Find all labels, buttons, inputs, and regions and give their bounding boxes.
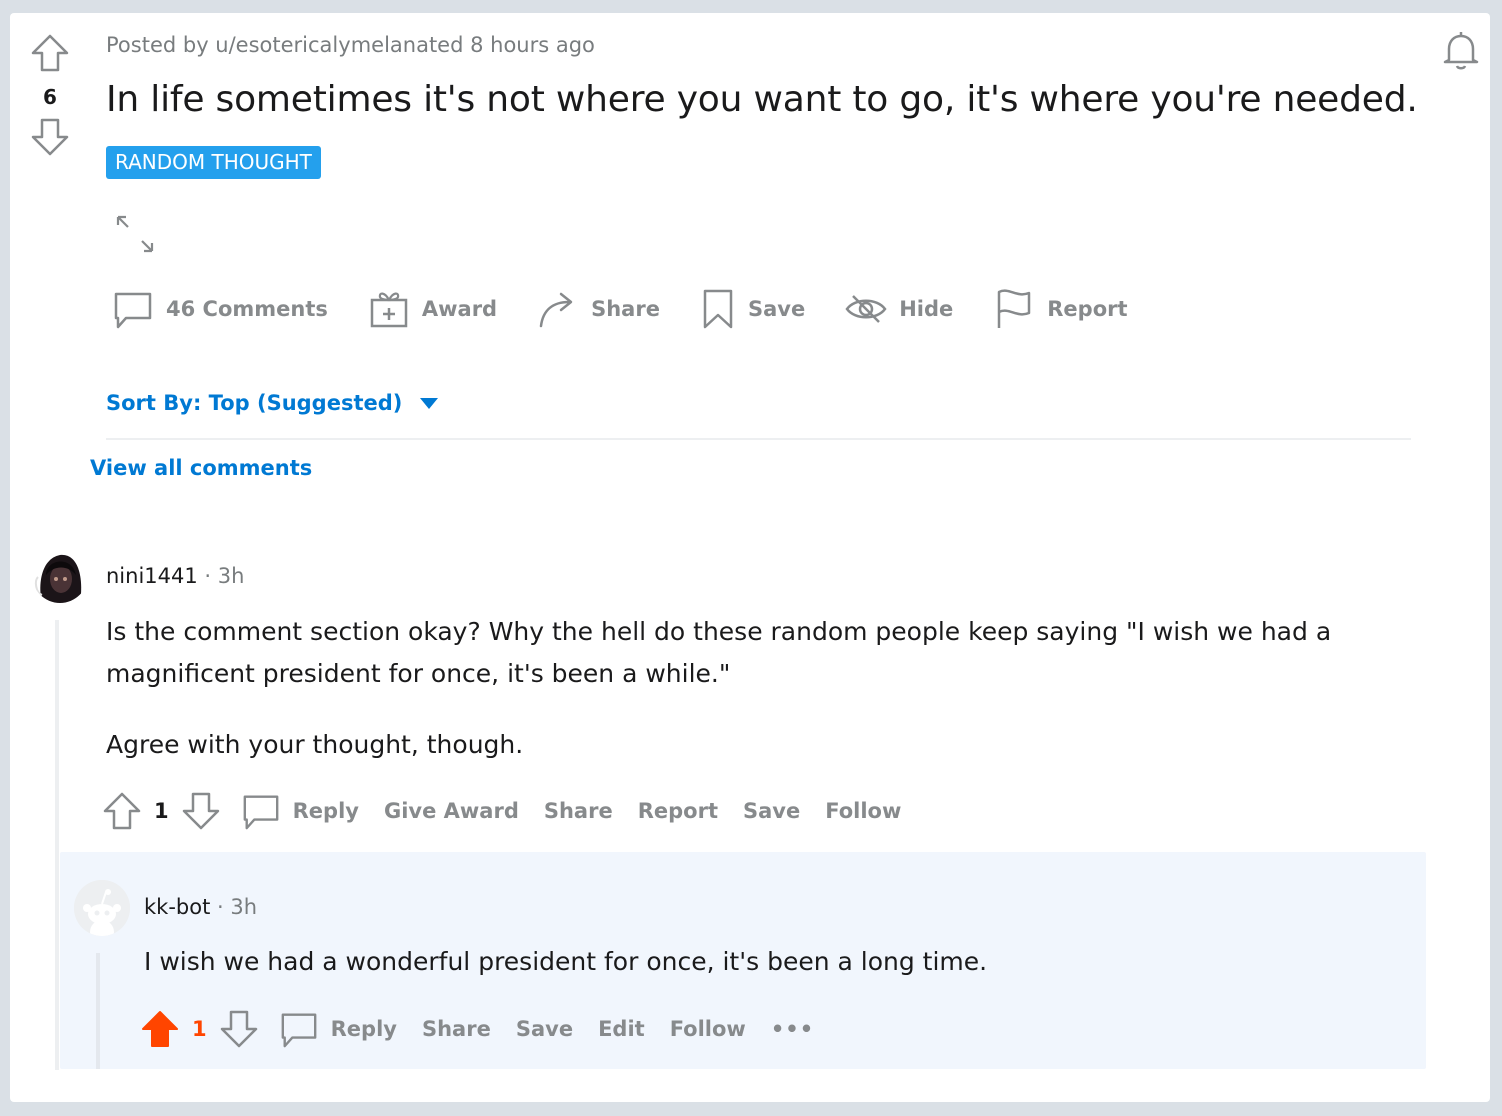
- post-card: 6 Posted by u/esotericalymelanated 8 hou…: [10, 13, 1490, 1102]
- comment-vote-count: 1: [154, 799, 169, 823]
- post-flair[interactable]: RANDOM THOUGHT: [106, 146, 321, 179]
- avatar[interactable]: [32, 547, 88, 603]
- share-button[interactable]: Share: [537, 288, 660, 330]
- save-button[interactable]: Save: [743, 799, 800, 823]
- reply-button[interactable]: Reply: [241, 791, 359, 831]
- reply-button[interactable]: Reply: [279, 1009, 397, 1049]
- downvote-icon[interactable]: [181, 791, 221, 831]
- anime-avatar-icon: [32, 547, 88, 603]
- divider: [106, 438, 1411, 440]
- reply-action-bar: 1 Reply Share Save Edit Follow •••: [140, 1007, 839, 1051]
- reply-author-line: kk-bot · 3h: [144, 895, 257, 919]
- avatar[interactable]: [74, 880, 130, 936]
- comment-icon: [114, 292, 152, 329]
- thread-line[interactable]: [55, 620, 59, 1070]
- comment-paragraph: Agree with your thought, though.: [106, 730, 524, 759]
- reply-body: I wish we had a wonderful president for …: [144, 947, 988, 976]
- sort-label: Sort By: Top (Suggested): [106, 391, 403, 415]
- follow-button[interactable]: Follow: [825, 799, 901, 823]
- save-button[interactable]: Save: [516, 1017, 573, 1041]
- hide-label: Hide: [899, 297, 954, 321]
- comment-icon: [281, 1013, 317, 1048]
- post-vote-count: 6: [43, 85, 57, 109]
- gift-icon: [370, 292, 408, 328]
- comments-label: 46 Comments: [166, 297, 328, 321]
- downvote-icon[interactable]: [219, 1009, 259, 1049]
- save-button[interactable]: Save: [700, 288, 805, 330]
- reply-label: Reply: [330, 1017, 397, 1041]
- snoo-avatar-icon: [74, 880, 130, 936]
- downvote-icon[interactable]: [30, 117, 70, 157]
- post-meta: Posted by u/esotericalymelanated 8 hours…: [106, 33, 595, 57]
- expand-icon[interactable]: [114, 213, 156, 255]
- post-action-bar: 46 Comments Award Share Save Hide Report: [112, 287, 1168, 331]
- comment-action-bar: 1 Reply Give Award Share Report Save Fol…: [102, 789, 926, 833]
- more-options-button[interactable]: •••: [771, 1017, 814, 1041]
- upvote-icon[interactable]: [30, 33, 70, 73]
- flag-icon: [998, 289, 1031, 328]
- share-label: Share: [591, 297, 660, 321]
- post-title: In life sometimes it's not where you wan…: [106, 79, 1418, 120]
- comment-body: Is the comment section okay? Why the hel…: [106, 611, 1396, 795]
- comment-author-line: nini1441 · 3h: [106, 564, 244, 588]
- sort-dropdown[interactable]: Sort By: Top (Suggested): [106, 391, 439, 415]
- reply-time: · 3h: [217, 895, 258, 919]
- post-vote-column: 6: [26, 33, 74, 161]
- give-award-button[interactable]: Give Award: [384, 799, 519, 823]
- share-button[interactable]: Share: [422, 1017, 491, 1041]
- award-label: Award: [421, 297, 498, 321]
- upvote-filled-icon[interactable]: [140, 1009, 180, 1049]
- comment-author[interactable]: nini1441: [106, 564, 198, 588]
- comment-time: · 3h: [204, 564, 245, 588]
- bell-icon[interactable]: [1440, 29, 1482, 71]
- view-all-comments-link[interactable]: View all comments: [90, 456, 312, 480]
- hide-button[interactable]: Hide: [845, 288, 953, 330]
- reply-vote-count: 1: [192, 1017, 207, 1041]
- caret-down-icon: [420, 397, 439, 409]
- comment-paragraph: Is the comment section okay? Why the hel…: [106, 617, 1332, 688]
- save-label: Save: [747, 297, 806, 321]
- comments-button[interactable]: 46 Comments: [112, 288, 328, 330]
- report-label: Report: [1047, 297, 1128, 321]
- share-icon: [539, 292, 573, 328]
- edit-button[interactable]: Edit: [598, 1017, 645, 1041]
- reply-author[interactable]: kk-bot: [144, 895, 210, 919]
- follow-button[interactable]: Follow: [670, 1017, 746, 1041]
- report-button[interactable]: Report: [993, 288, 1128, 330]
- comment-icon: [243, 795, 279, 830]
- share-button[interactable]: Share: [544, 799, 613, 823]
- report-button[interactable]: Report: [638, 799, 718, 823]
- hide-eye-icon: [845, 295, 887, 323]
- bookmark-icon: [703, 289, 733, 329]
- reply-label: Reply: [292, 799, 359, 823]
- award-button[interactable]: Award: [368, 288, 497, 330]
- upvote-icon[interactable]: [102, 791, 142, 831]
- thread-line[interactable]: [96, 953, 100, 1069]
